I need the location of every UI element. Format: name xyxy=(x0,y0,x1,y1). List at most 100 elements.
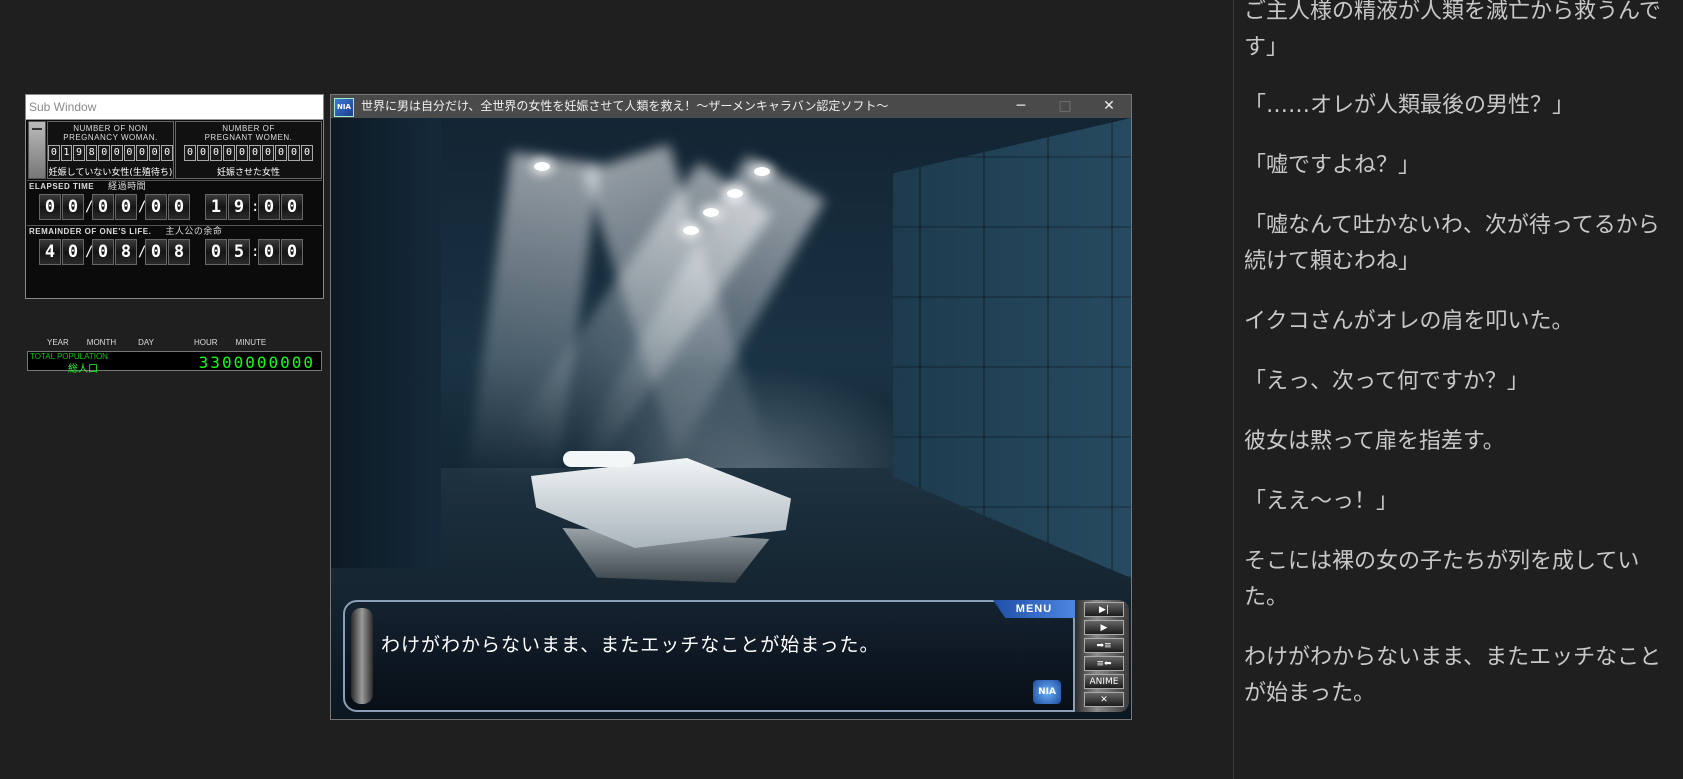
ceiling-lamp xyxy=(703,208,719,217)
digit: 0 xyxy=(145,239,167,265)
log-paragraph: イクコさんがオレの肩を叩いた。 xyxy=(1244,309,1574,334)
digit: 0 xyxy=(205,239,227,265)
unit-day: DAY xyxy=(138,338,154,347)
save-button[interactable]: ➡≡ xyxy=(1084,638,1124,653)
digit: 0 xyxy=(92,239,114,265)
game-titlebar[interactable]: NIA 世界に男は自分だけ、全世界の女性を妊娠させて人類を救え！～ザーメンキャラ… xyxy=(331,95,1131,118)
pregnant-label-jp: 妊娠させた女性 xyxy=(216,168,280,178)
digit: 0 xyxy=(258,194,280,220)
message-text: わけがわからないまま、またエッチなことが始まった。 xyxy=(381,634,880,656)
game-window-title: 世界に男は自分だけ、全世界の女性を妊娠させて人類を救え！～ザーメンキャラバン認定… xyxy=(361,99,889,113)
sub-window-title[interactable]: Sub Window xyxy=(26,95,323,120)
remainder-label-en: REMAINDER OF ONE'S LIFE. xyxy=(29,227,152,236)
anime-button[interactable]: ANIME xyxy=(1084,674,1124,689)
digit: 9 xyxy=(228,194,250,220)
digit: 0 xyxy=(168,194,190,220)
non-pregnant-counter: NUMBER OF NON PREGNANCY WOMAN. 0 1 9 8 0… xyxy=(47,121,174,179)
log-paragraph: そこには裸の女の子たちが列を成していた。 xyxy=(1244,549,1640,610)
date-separator: / xyxy=(138,244,147,260)
date-separator: / xyxy=(85,199,94,215)
log-paragraph: 「ええ～っ！」 xyxy=(1244,489,1399,514)
unit-hour: HOUR xyxy=(193,338,218,347)
auto-button[interactable]: ▶ xyxy=(1084,620,1124,635)
digit: 0 xyxy=(98,145,110,161)
elapsed-label-jp: 経過時間 xyxy=(108,181,147,191)
game-scene[interactable]: MENU わけがわからないまま、またエッチなことが始まった。 NIA ▶| ▶ … xyxy=(331,118,1131,719)
digit: 8 xyxy=(168,239,190,265)
game-window: NIA 世界に男は自分だけ、全世界の女性を妊娠させて人類を救え！～ザーメンキャラ… xyxy=(330,94,1132,720)
non-pregnant-label-en-1: NUMBER OF NON xyxy=(73,124,148,133)
digit: 0 xyxy=(210,145,222,161)
unit-month: MONTH xyxy=(86,338,117,347)
load-button[interactable]: ≡⬅ xyxy=(1084,656,1124,671)
log-paragraph: ご主人様の精液が人類を滅亡から救うんです」 xyxy=(1244,0,1661,60)
digit: 0 xyxy=(236,145,248,161)
digit: 0 xyxy=(48,145,60,161)
time-separator: : xyxy=(251,199,260,215)
digit: 1 xyxy=(205,194,227,220)
population-value: 3300000000 xyxy=(198,353,315,372)
time-separator: : xyxy=(251,244,260,260)
elapsed-label-en: ELAPSED TIME xyxy=(29,182,95,191)
log-paragraph: 「嘘ですよね？」 xyxy=(1244,153,1421,178)
digit: 0 xyxy=(223,145,235,161)
minimize-icon[interactable]: ─ xyxy=(999,95,1043,118)
message-box[interactable]: MENU わけがわからないまま、またエッチなことが始まった。 NIA xyxy=(343,600,1075,712)
unit-year: YEAR xyxy=(47,338,69,347)
ceiling-lamp xyxy=(754,167,770,176)
pregnant-label-en-1: NUMBER OF xyxy=(222,124,275,133)
digit: 8 xyxy=(115,239,137,265)
digit: 0 xyxy=(249,145,261,161)
text-log-panel[interactable]: ご主人様の精液が人類を滅亡から救うんです」 「……オレが人類最後の男性？」 「嘘… xyxy=(1233,0,1683,779)
unit-minute: MINUTE xyxy=(235,338,267,347)
digit: 0 xyxy=(148,145,161,161)
elapsed-time-panel: ELAPSED TIME 経過時間 0 0 / 0 0 / 0 0 1 9 : 0… xyxy=(27,180,322,223)
population-label-jp: 総人口 xyxy=(68,364,98,375)
non-pregnant-label-jp: 妊娠していない女性(生殖待ち) xyxy=(48,168,173,178)
digit: 0 xyxy=(115,194,137,220)
skip-button[interactable]: ▶| xyxy=(1084,602,1124,617)
remainder-label-jp: 主人公の余命 xyxy=(165,226,223,236)
log-paragraph: 彼女は黙って扉を指差す。 xyxy=(1244,429,1505,454)
maximize-icon: □ xyxy=(1058,98,1072,114)
ceiling-lamp xyxy=(683,226,699,235)
non-pregnant-digits: 0 1 9 8 0 0 0 0 0 0 xyxy=(48,145,173,161)
digit: 4 xyxy=(39,239,61,265)
pregnant-counter: NUMBER OF PREGNANT WOMEN. 0 0 0 0 0 0 0 … xyxy=(175,121,322,179)
digit: 0 xyxy=(281,239,303,265)
digit: 0 xyxy=(123,145,136,161)
app-icon[interactable]: NIA xyxy=(334,98,354,117)
date-separator: / xyxy=(138,199,147,215)
digit: 0 xyxy=(184,145,196,161)
digit: 0 xyxy=(39,194,61,220)
digit: 0 xyxy=(262,145,274,161)
log-paragraph: 「嘘なんて吐かないわ、次が待ってるから続けて頼むわね」 xyxy=(1244,213,1660,274)
sub-window: Sub Window NUMBER OF NON PREGNANCY WOMAN… xyxy=(25,94,324,375)
digit: 0 xyxy=(281,194,303,220)
scene-left-wall xyxy=(331,118,441,568)
control-panel: ▶| ▶ ➡≡ ≡⬅ ANIME ✕ xyxy=(1075,600,1129,712)
digit: 5 xyxy=(228,239,250,265)
pillow xyxy=(563,451,635,467)
digit: 0 xyxy=(92,194,114,220)
menu-button[interactable]: MENU xyxy=(993,600,1075,618)
log-paragraph: わけがわからないまま、またエッチなことが始まった。 xyxy=(1244,645,1662,706)
digit: 0 xyxy=(145,194,167,220)
digit: 1 xyxy=(60,145,73,161)
sub-window-scroll-handle[interactable] xyxy=(28,121,46,179)
ceiling-lamp xyxy=(727,189,743,198)
digit: 0 xyxy=(136,145,148,161)
nia-logo-icon: NIA xyxy=(1033,680,1061,704)
digit: 0 xyxy=(62,194,84,220)
log-paragraph: 「……オレが人類最後の男性？」 xyxy=(1244,93,1575,118)
digit: 0 xyxy=(258,239,280,265)
close-icon[interactable]: ✕ xyxy=(1087,95,1131,118)
digit: 0 xyxy=(301,145,313,161)
close-game-button[interactable]: ✕ xyxy=(1084,692,1124,707)
digit: 0 xyxy=(288,145,300,161)
date-separator: / xyxy=(85,244,94,260)
remainder-digits: 4 0 / 0 8 / 0 8 0 5 : 0 0 xyxy=(39,239,322,265)
total-population: TOTAL POPULATION 総人口 3300000000 xyxy=(27,351,322,375)
digit: 9 xyxy=(73,145,85,161)
log-paragraph: 「えっ、次って何ですか？」 xyxy=(1244,369,1529,394)
